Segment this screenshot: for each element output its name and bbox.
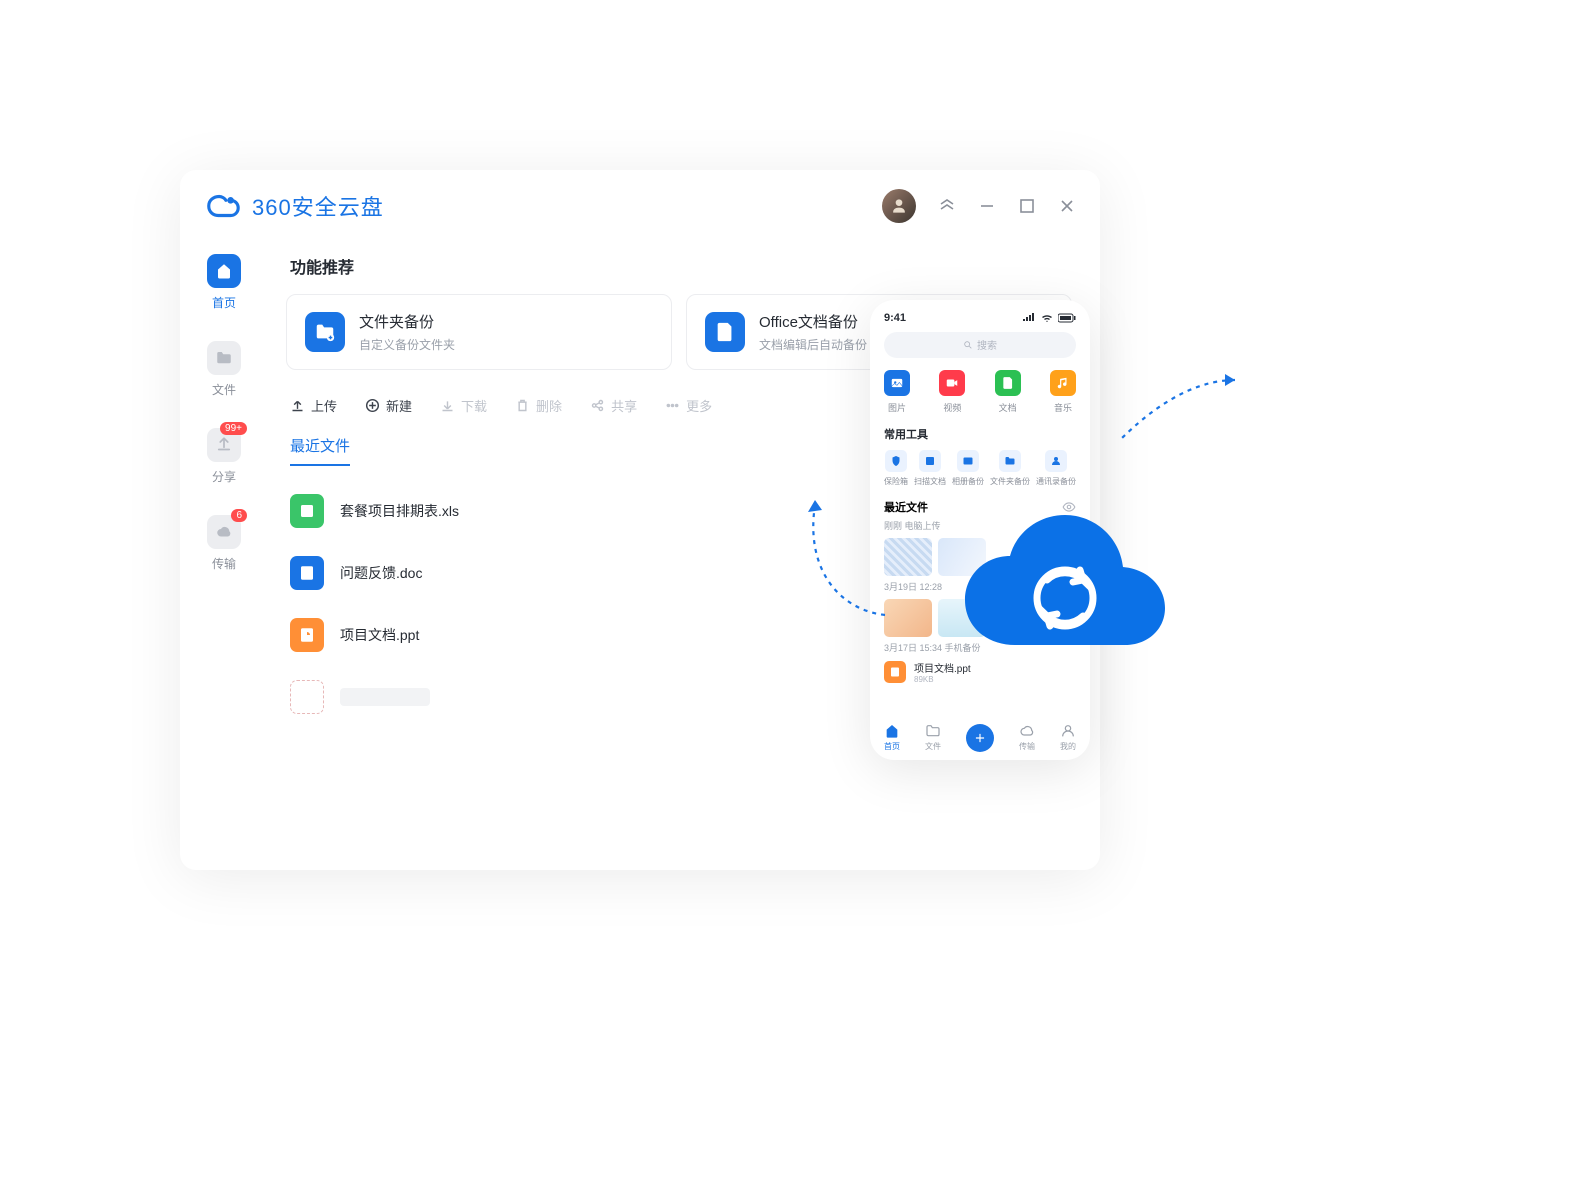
folder-icon	[207, 341, 241, 375]
card-title: 文件夹备份	[359, 311, 455, 332]
cloud-sync-icon	[960, 510, 1170, 660]
sidebar-item-label: 文件	[212, 381, 236, 398]
tool-label: 新建	[386, 396, 412, 415]
sidebar: 首页 文件 99+ 分享 6 传输	[180, 242, 268, 870]
phone-time: 9:41	[884, 312, 906, 324]
download-button[interactable]: 下载	[440, 396, 487, 415]
phone-tool-album[interactable]: 相册备份	[952, 450, 984, 487]
folder-backup-icon	[305, 312, 345, 352]
phone-quick-music[interactable]: 音乐	[1050, 370, 1076, 414]
phone-tool-scan[interactable]: 扫描文档	[914, 450, 946, 487]
phone-quick-photo[interactable]: 图片	[884, 370, 910, 414]
delete-button[interactable]: 删除	[515, 396, 562, 415]
share-button[interactable]: 共享	[590, 396, 637, 415]
create-button[interactable]: 新建	[365, 396, 412, 415]
phone-quick-document[interactable]: 文档	[995, 370, 1021, 414]
feature-card-folder-backup[interactable]: 文件夹备份 自定义备份文件夹	[286, 294, 672, 370]
minimize-icon[interactable]	[978, 197, 996, 215]
sidebar-item-label: 传输	[212, 555, 236, 572]
app-title: 360安全云盘	[252, 190, 384, 222]
file-placeholder-icon	[290, 680, 324, 714]
phone-tab-files[interactable]: 文件	[925, 723, 941, 752]
sidebar-item-label: 分享	[212, 468, 236, 485]
sync-arrow-right-icon	[1080, 370, 1240, 460]
close-icon[interactable]	[1058, 197, 1076, 215]
ppt-file-icon	[884, 661, 906, 683]
phone-tab-profile[interactable]: 我的	[1060, 723, 1076, 752]
phone-status-icons	[1022, 313, 1076, 323]
home-icon	[207, 254, 241, 288]
phone-search-input[interactable]: 搜索	[884, 332, 1076, 358]
app-logo-icon	[204, 187, 242, 225]
tool-label: 更多	[686, 396, 712, 415]
tool-label: 共享	[611, 396, 637, 415]
xls-file-icon	[290, 494, 324, 528]
maximize-icon[interactable]	[1018, 197, 1036, 215]
phone-tool-contacts[interactable]: 通讯录备份	[1036, 450, 1076, 487]
sidebar-item-home[interactable]: 首页	[207, 254, 241, 311]
badge: 6	[231, 509, 247, 522]
feature-section-title: 功能推荐	[290, 254, 1072, 278]
avatar[interactable]	[882, 189, 916, 223]
phone-tab-transfer[interactable]: 传输	[1019, 723, 1035, 752]
doc-file-icon	[290, 556, 324, 590]
expand-icon[interactable]	[938, 197, 956, 215]
title-bar: 360安全云盘	[180, 170, 1100, 242]
more-button[interactable]: 更多	[665, 396, 712, 415]
sidebar-item-label: 首页	[212, 294, 236, 311]
sidebar-item-share[interactable]: 99+ 分享	[207, 428, 241, 485]
phone-file-row[interactable]: 项目文档.ppt 89KB	[884, 660, 1076, 684]
card-subtitle: 文档编辑后自动备份	[759, 336, 867, 353]
search-icon	[963, 340, 973, 350]
phone-tab-home[interactable]: 首页	[884, 723, 900, 752]
upload-button[interactable]: 上传	[290, 396, 337, 415]
tab-recent-files[interactable]: 最近文件	[290, 435, 350, 466]
phone-tool-folder[interactable]: 文件夹备份	[990, 450, 1030, 487]
phone-quick-video[interactable]: 视频	[939, 370, 965, 414]
sidebar-item-transfer[interactable]: 6 传输	[207, 515, 241, 572]
badge: 99+	[220, 422, 247, 435]
sync-arrow-left-icon	[790, 490, 900, 620]
sidebar-item-files[interactable]: 文件	[207, 341, 241, 398]
phone-add-button[interactable]	[966, 724, 994, 752]
tool-label: 上传	[311, 396, 337, 415]
phone-tool-safe[interactable]: 保险箱	[884, 450, 908, 487]
tool-label: 下载	[461, 396, 487, 415]
tool-label: 删除	[536, 396, 562, 415]
document-backup-icon	[705, 312, 745, 352]
card-title: Office文档备份	[759, 311, 867, 332]
phone-tools-title: 常用工具	[884, 426, 1076, 442]
card-subtitle: 自定义备份文件夹	[359, 336, 455, 353]
ppt-file-icon	[290, 618, 324, 652]
